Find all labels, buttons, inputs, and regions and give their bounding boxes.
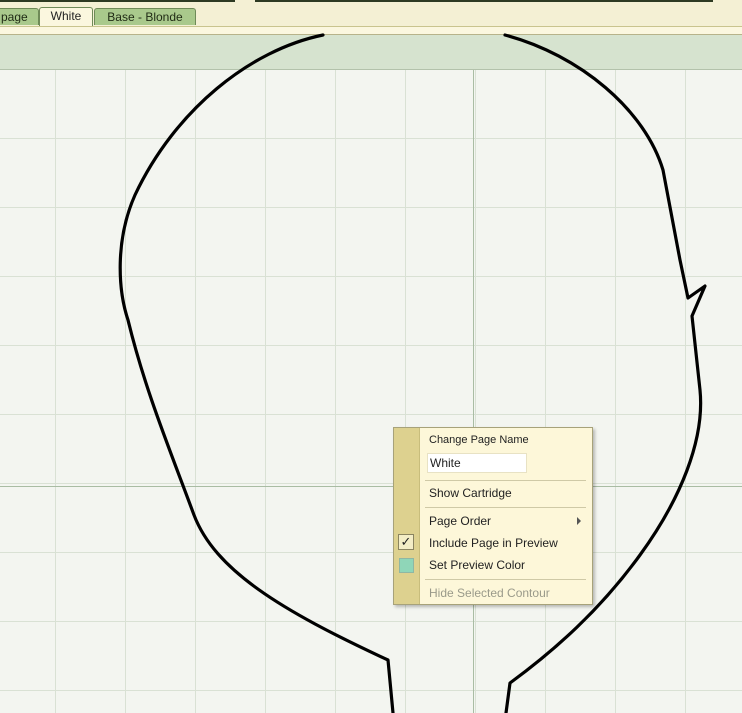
checkmark-icon: ✓ [398,534,414,550]
page-context-menu: Change Page Name Show Cartridge Page Ord… [393,427,593,605]
contour-right-side [503,33,707,713]
change-page-name-label: Change Page Name [429,434,529,446]
menu-icon-gutter [394,428,420,604]
menu-separator [425,507,586,508]
contour-left-side [118,33,395,713]
head-contour-shape[interactable] [0,0,742,713]
menu-separator [425,480,586,481]
page-name-input[interactable] [427,453,527,473]
menu-item-include-in-preview[interactable]: Include Page in Preview [429,536,558,550]
menu-item-show-cartridge[interactable]: Show Cartridge [429,486,512,500]
menu-separator [425,579,586,580]
menu-item-hide-selected-contour: Hide Selected Contour [429,586,550,600]
menu-item-page-order[interactable]: Page Order [429,514,491,528]
menu-item-set-preview-color[interactable]: Set Preview Color [429,558,525,572]
preview-color-swatch-icon [399,558,414,573]
submenu-arrow-icon [577,517,581,525]
